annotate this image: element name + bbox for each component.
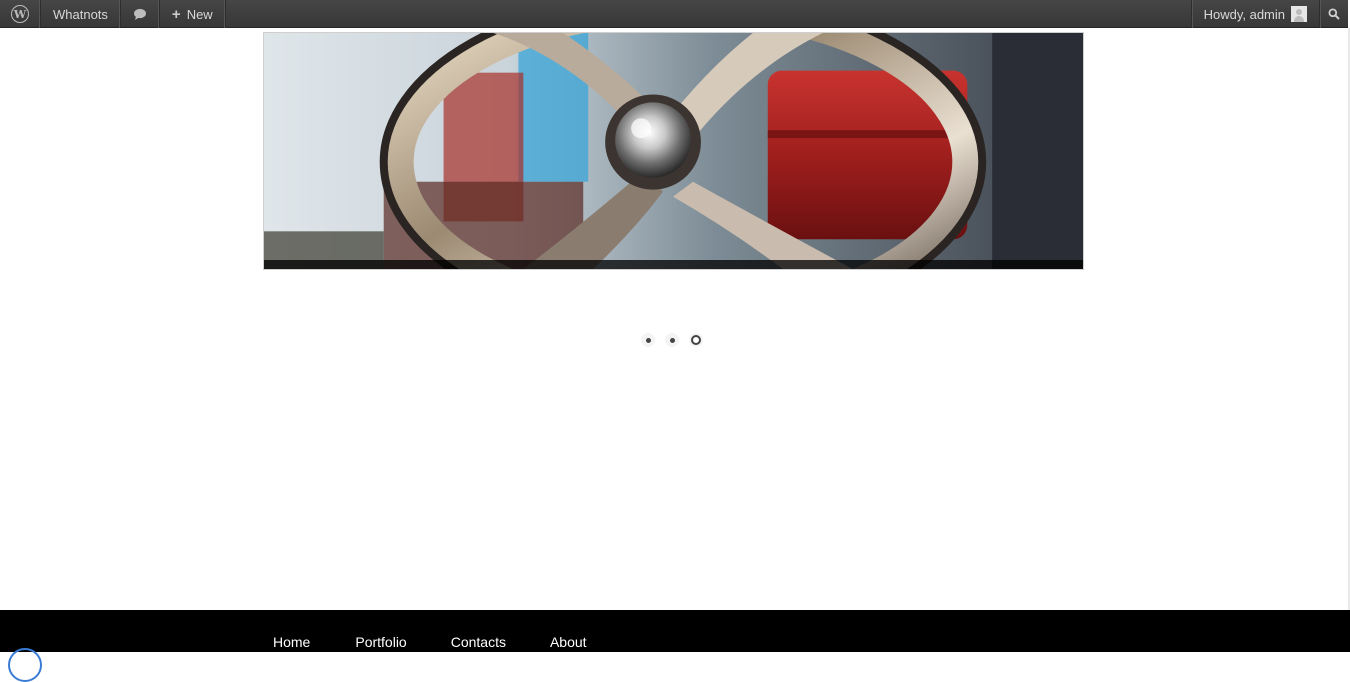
footer-nav-bar: Home Portfolio Contacts About (0, 610, 1350, 682)
nav-contacts[interactable]: Contacts (451, 634, 506, 650)
user-avatar-icon (1291, 6, 1307, 22)
search-icon (1328, 8, 1340, 20)
plus-icon: + (171, 5, 181, 23)
nav-about[interactable]: About (550, 634, 587, 650)
comment-bubble-icon (133, 8, 146, 20)
my-account-menu[interactable]: Howdy, admin (1190, 0, 1319, 28)
slide-caption-bar (264, 260, 1083, 269)
admin-bar: W Whatnots + New Howdy, admin (0, 0, 1348, 28)
image-slider[interactable] (263, 32, 1084, 270)
wordpress-logo-icon: W (11, 5, 29, 23)
dot-indicator-active (691, 335, 701, 345)
slide-image (264, 33, 1083, 269)
howdy-label: Howdy, admin (1203, 6, 1285, 22)
slider-pager (641, 332, 711, 348)
footer-logo-icon (8, 648, 42, 682)
slider-dot-3-active[interactable] (689, 333, 703, 347)
main-nav: Home Portfolio Contacts About (273, 634, 587, 650)
dot-indicator (669, 337, 675, 343)
nav-portfolio[interactable]: Portfolio (355, 634, 406, 650)
site-name-menu[interactable]: Whatnots (41, 0, 121, 28)
dot-indicator (645, 337, 651, 343)
new-content-label: New (186, 6, 213, 22)
wordpress-logo-menu[interactable]: W (0, 0, 41, 28)
comments-menu[interactable] (121, 0, 160, 28)
admin-bar-left: W Whatnots + New (0, 0, 226, 28)
nav-home[interactable]: Home (273, 634, 310, 650)
admin-bar-right: Howdy, admin (1190, 0, 1348, 28)
slider-dot-1[interactable] (641, 333, 655, 347)
admin-search-button[interactable] (1319, 0, 1348, 28)
slider-dot-2[interactable] (665, 333, 679, 347)
site-name-label: Whatnots (53, 6, 108, 22)
new-content-menu[interactable]: + New (160, 0, 226, 28)
